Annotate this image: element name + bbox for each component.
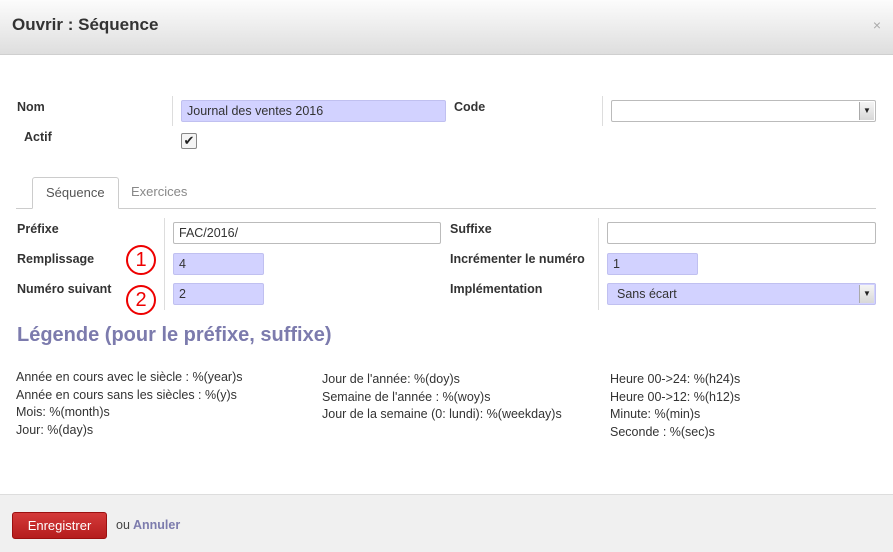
tab-sequence[interactable]: Séquence (32, 177, 119, 209)
save-button[interactable]: Enregistrer (12, 512, 107, 539)
tab-exercices[interactable]: Exercices (118, 177, 200, 207)
legend-item: Année en cours sans les siècles : %(y)s (16, 387, 237, 402)
code-label: Code (454, 100, 486, 114)
suffixe-label: Suffixe (450, 222, 492, 236)
divider (164, 218, 165, 310)
cancel-link[interactable]: Annuler (133, 518, 180, 532)
numero-suivant-field[interactable]: 2 (173, 283, 264, 305)
legend-item: Jour: %(day)s (16, 422, 94, 437)
prefixe-field[interactable]: FAC/2016/ (173, 222, 441, 244)
incrementer-field[interactable]: 1 (607, 253, 698, 275)
prefixe-label: Préfixe (17, 222, 59, 236)
legend-column-1: Année en cours avec le siècle : %(year)s… (16, 369, 243, 439)
legend-item: Jour de la semaine (0: lundi): %(weekday… (322, 407, 562, 421)
implementation-select-value: Sans écart (617, 287, 677, 301)
suffixe-field[interactable] (607, 222, 876, 244)
annotation-circle-2: 2 (126, 285, 156, 315)
legend-column-2: Jour de l'année: %(doy)s Semaine de l'an… (322, 371, 562, 424)
dialog-title: Ouvrir : Séquence (12, 15, 159, 34)
numero-suivant-label: Numéro suivant (17, 282, 112, 296)
chevron-down-icon: ▼ (859, 102, 874, 120)
legend-item: Heure 00->24: %(h24)s (610, 372, 741, 386)
legend-title: Légende (pour le préfixe, suffixe) (17, 324, 332, 346)
remplissage-field[interactable]: 4 (173, 253, 264, 275)
legend-item: Minute: %(min)s (610, 407, 701, 421)
code-select[interactable]: ▼ (611, 100, 876, 122)
nom-field[interactable]: Journal des ventes 2016 (181, 100, 446, 122)
divider (602, 96, 603, 126)
legend-item: Semaine de l'année : %(woy)s (322, 389, 491, 404)
legend-item: Jour de l'année: %(doy)s (322, 372, 460, 386)
annotation-circle-1: 1 (126, 245, 156, 275)
chevron-down-icon: ▼ (859, 285, 874, 303)
legend-column-3: Heure 00->24: %(h24)s Heure 00->12: %(h1… (610, 371, 740, 441)
actif-label: Actif (24, 130, 52, 144)
remplissage-label: Remplissage (17, 252, 95, 266)
or-text: ou (116, 518, 130, 532)
checkmark-icon: ✔ (183, 133, 195, 148)
close-icon[interactable]: × (873, 17, 881, 33)
legend-item: Année en cours avec le siècle : %(year)s (16, 370, 243, 384)
dialog-footer: Enregistrer ou Annuler (0, 494, 893, 552)
dialog-header: Ouvrir : Séquence × (0, 0, 893, 55)
divider (598, 218, 599, 310)
incrementer-label: Incrémenter le numéro (450, 252, 585, 266)
legend-item: Heure 00->12: %(h12)s (610, 389, 741, 404)
legend-item: Mois: %(month)s (16, 405, 110, 419)
actif-checkbox[interactable]: ✔ (181, 133, 197, 149)
nom-label: Nom (17, 100, 45, 114)
legend-item: Seconde : %(sec)s (610, 424, 715, 439)
tab-bar: Séquence Exercices (16, 177, 876, 209)
divider (172, 96, 173, 126)
implementation-label: Implémentation (450, 282, 543, 296)
implementation-select[interactable]: Sans écart ▼ (607, 283, 876, 305)
